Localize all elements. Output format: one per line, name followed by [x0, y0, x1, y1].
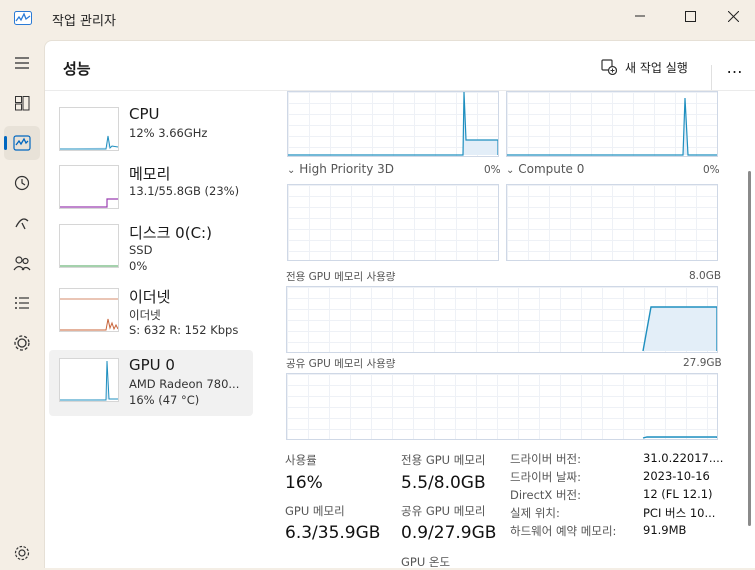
info-key: DirectX 버전:	[510, 488, 582, 502]
engine-graph-compute-0	[506, 184, 718, 261]
info-value: 12 (FL 12.1)	[643, 487, 713, 501]
title-bar: 작업 관리자	[0, 0, 755, 40]
engine-percent: 0%	[703, 164, 720, 176]
info-value: 31.0.22017....	[643, 451, 724, 465]
dedicated-memory-label: 전용 GPU 메모리	[401, 453, 486, 467]
shared-memory-label: 공유 GPU 메모리	[401, 504, 486, 518]
info-key: 드라이버 버전:	[510, 452, 582, 466]
info-key: 실제 위치:	[510, 506, 560, 520]
gpu-memory-label: GPU 메모리	[285, 504, 345, 518]
info-value: 2023-10-16	[643, 469, 710, 483]
engine-label: Compute 0	[518, 162, 585, 176]
nav-services[interactable]	[4, 326, 40, 360]
menu-button[interactable]	[4, 46, 40, 80]
services-icon	[14, 335, 30, 351]
processes-icon	[15, 96, 30, 111]
nav-app-history[interactable]	[4, 166, 40, 200]
nav-processes[interactable]	[4, 86, 40, 120]
nav-performance[interactable]	[4, 126, 40, 160]
minimize-icon	[635, 15, 645, 17]
info-value: 91.9MB	[643, 523, 687, 537]
chevron-down-icon: ⌄	[506, 165, 515, 176]
dedicated-memory-max: 8.0GB	[689, 270, 722, 282]
shared-memory-graph-label: 공유 GPU 메모리 사용량	[286, 358, 396, 370]
engine-dropdown-high-priority-3d[interactable]: ⌄ High Priority 3D	[287, 162, 394, 176]
minimize-button[interactable]	[617, 0, 663, 32]
nav-details[interactable]	[4, 286, 40, 320]
maximize-icon	[684, 10, 696, 22]
shared-memory-graph	[286, 373, 718, 440]
nav-users[interactable]	[4, 246, 40, 280]
gpu-detail-panel: ⌄ High Priority 3D 0% ⌄ Compute 0 0% 전용 …	[45, 41, 755, 568]
menu-icon	[15, 57, 29, 69]
navigation-rail	[0, 40, 42, 567]
dedicated-memory-graph-label: 전용 GPU 메모리 사용량	[286, 271, 396, 283]
close-icon	[728, 10, 739, 22]
nav-settings[interactable]	[4, 536, 40, 570]
details-icon	[15, 297, 29, 309]
task-manager-app-icon	[14, 11, 32, 25]
engine-graph-copy	[506, 91, 718, 157]
gpu-temperature-label: GPU 온도	[401, 555, 451, 568]
maximize-button[interactable]	[667, 0, 713, 32]
main-content: 성능 새 작업 실행 … CPU 12% 3.66GHz 메모리 13.1/55…	[44, 40, 755, 568]
vertical-scrollbar[interactable]	[748, 171, 751, 526]
performance-icon	[13, 135, 31, 151]
window-title: 작업 관리자	[52, 14, 116, 29]
close-button[interactable]	[712, 0, 755, 32]
users-icon	[13, 256, 31, 271]
app-history-icon	[14, 175, 30, 191]
shared-memory-value: 0.9/27.9GB	[401, 523, 497, 543]
engine-label: High Priority 3D	[299, 162, 395, 176]
shared-memory-max: 27.9GB	[683, 357, 722, 369]
engine-percent: 0%	[484, 164, 501, 176]
settings-icon	[14, 545, 30, 561]
engine-graph-3d	[287, 91, 499, 157]
info-key: 하드웨어 예약 메모리:	[510, 524, 617, 538]
chevron-down-icon: ⌄	[287, 165, 296, 176]
dedicated-memory-value: 5.5/8.0GB	[401, 473, 486, 493]
gpu-memory-value: 6.3/35.9GB	[285, 523, 381, 543]
nav-startup-apps[interactable]	[4, 206, 40, 240]
info-value: PCI 버스 10...	[643, 506, 716, 520]
info-key: 드라이버 날짜:	[510, 470, 582, 484]
startup-apps-icon	[15, 218, 29, 230]
engine-graph-high-priority-3d	[287, 184, 499, 261]
utilization-label: 사용률	[285, 453, 317, 467]
dedicated-memory-graph	[286, 286, 718, 353]
utilization-value: 16%	[285, 473, 323, 493]
engine-dropdown-compute-0[interactable]: ⌄ Compute 0	[506, 162, 584, 176]
